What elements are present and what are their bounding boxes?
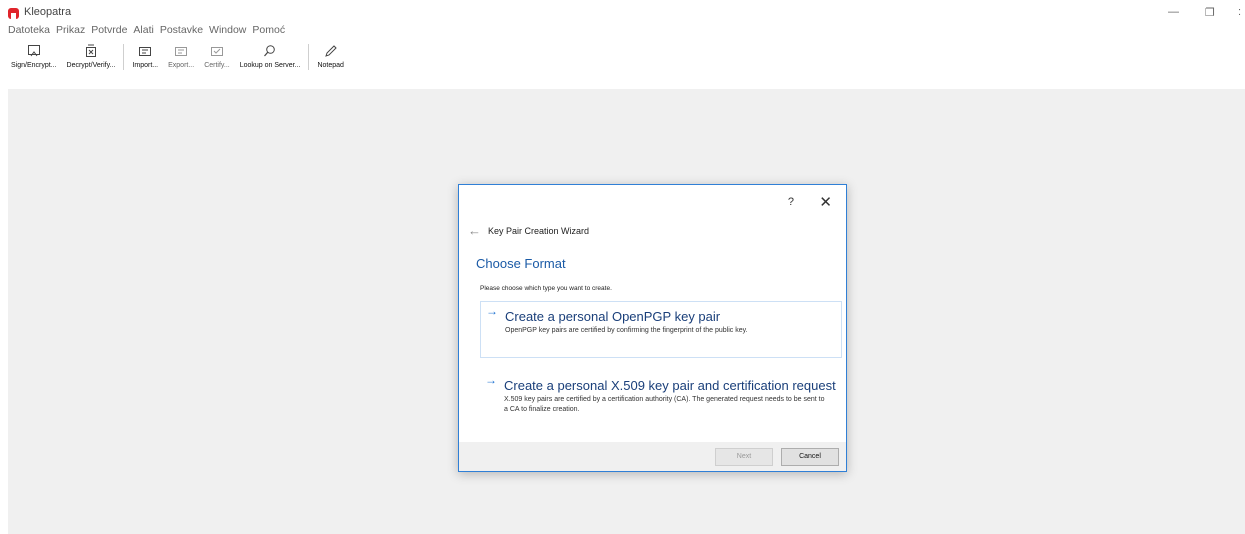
- kleopatra-logo-icon: [8, 8, 19, 19]
- x509-option[interactable]: → Create a personal X.509 key pair and c…: [480, 371, 842, 423]
- menu-postavke[interactable]: Postavke: [160, 22, 203, 38]
- export-icon: [175, 47, 188, 56]
- certify-icon: [210, 47, 223, 56]
- toolbar: Sign/Encrypt... Decrypt/Verify... Import…: [6, 42, 349, 92]
- minimize-button[interactable]: —: [1168, 6, 1179, 18]
- key-pair-creation-dialog: ? ✕ ← Key Pair Creation Wizard Choose Fo…: [458, 184, 847, 472]
- openpgp-option[interactable]: → Create a personal OpenPGP key pair Ope…: [480, 301, 842, 358]
- next-button[interactable]: Next: [715, 448, 773, 466]
- toolbar-separator: [308, 44, 310, 70]
- decrypt-verify-icon: [85, 44, 96, 57]
- sign-encrypt-button[interactable]: Sign/Encrypt...: [6, 42, 62, 69]
- section-title: Choose Format: [476, 256, 566, 271]
- export-button[interactable]: Export...: [163, 42, 199, 69]
- option-title: Create a personal OpenPGP key pair: [505, 309, 721, 324]
- arrow-right-icon: →: [486, 304, 498, 318]
- dialog-close-button[interactable]: ✕: [819, 193, 832, 211]
- cancel-button[interactable]: Cancel: [781, 448, 839, 466]
- window-title: Kleopatra: [24, 6, 72, 18]
- menu-bar: Datoteka Prikaz Potvrde Alati Postavke W…: [0, 22, 291, 38]
- option-description: OpenPGP key pairs are certified by confi…: [505, 327, 748, 334]
- import-icon: [139, 47, 152, 56]
- dialog-footer: Next Cancel: [459, 442, 846, 471]
- certify-label: Certify...: [204, 62, 230, 69]
- menu-prikaz[interactable]: Prikaz: [56, 22, 85, 38]
- menu-window[interactable]: Window: [209, 22, 246, 38]
- wizard-description: Please choose which type you want to cre…: [480, 285, 612, 292]
- decrypt-verify-label: Decrypt/Verify...: [66, 62, 116, 69]
- arrow-right-icon: →: [485, 373, 497, 387]
- close-window-button[interactable]: :: [1238, 6, 1241, 18]
- option-description: X.509 key pairs are certified by a certi…: [504, 396, 825, 413]
- toolbar-separator: [123, 44, 125, 70]
- option-title: Create a personal X.509 key pair and cer…: [504, 378, 836, 393]
- menu-alati[interactable]: Alati: [133, 22, 153, 38]
- certify-button[interactable]: Certify...: [199, 42, 235, 69]
- wizard-heading: Key Pair Creation Wizard: [488, 226, 590, 236]
- export-label: Export...: [168, 62, 195, 69]
- import-label: Import...: [132, 62, 159, 69]
- lookup-on-server-button[interactable]: Lookup on Server...: [235, 42, 306, 69]
- sign-encrypt-icon: [27, 45, 40, 57]
- notepad-button[interactable]: Notepad: [312, 42, 348, 69]
- search-icon: [264, 45, 275, 57]
- menu-potvrde[interactable]: Potvrde: [91, 22, 127, 38]
- decrypt-verify-button[interactable]: Decrypt/Verify...: [62, 42, 121, 69]
- menu-datoteka[interactable]: Datoteka: [8, 22, 50, 38]
- help-button[interactable]: ?: [788, 196, 794, 208]
- import-button[interactable]: Import...: [127, 42, 163, 69]
- lookup-on-server-label: Lookup on Server...: [239, 62, 301, 69]
- title-bar: Kleopatra — ❐ :: [0, 0, 1245, 22]
- pencil-icon: [324, 45, 337, 57]
- maximize-button[interactable]: ❐: [1205, 6, 1215, 19]
- menu-pomoc[interactable]: Pomoć: [252, 22, 285, 38]
- back-arrow-icon[interactable]: ←: [468, 223, 481, 238]
- notepad-label: Notepad: [317, 62, 344, 69]
- sign-encrypt-label: Sign/Encrypt...: [11, 62, 57, 69]
